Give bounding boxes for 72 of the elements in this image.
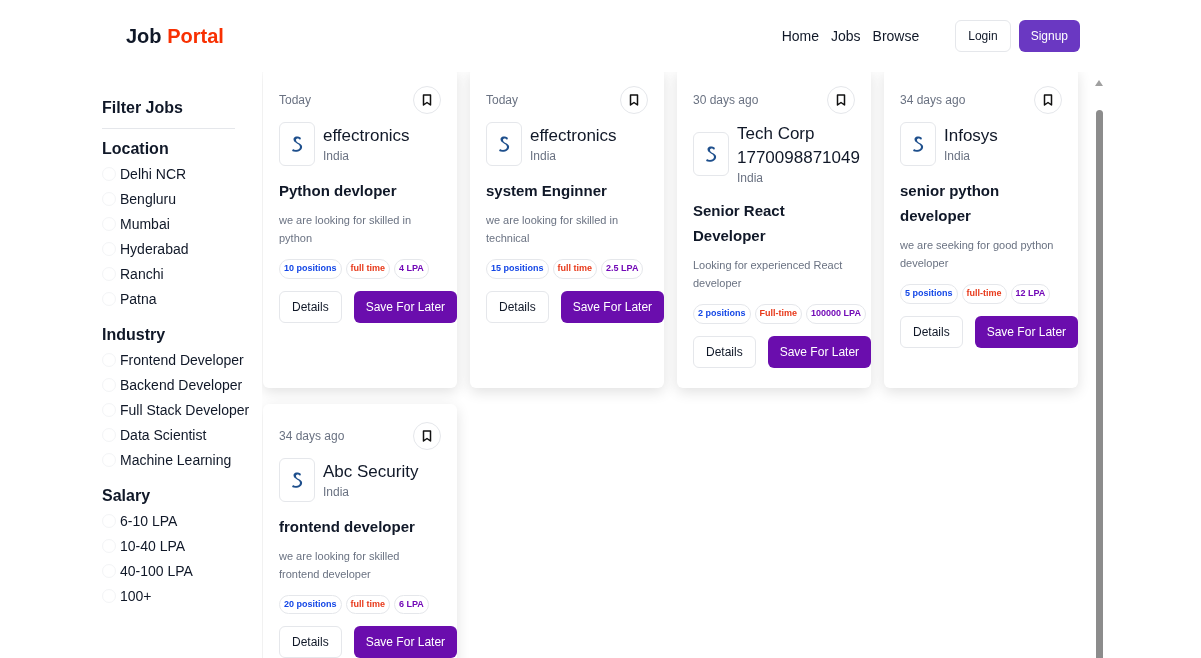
filter-option[interactable]: Bengluru bbox=[102, 186, 262, 211]
company-location: India bbox=[323, 483, 351, 500]
filter-option[interactable]: Machine Learning bbox=[102, 447, 262, 472]
logo[interactable]: Job Portal bbox=[126, 22, 224, 50]
bookmark-icon bbox=[629, 94, 639, 106]
posted-date: Today bbox=[486, 92, 519, 108]
details-button[interactable]: Details bbox=[900, 315, 963, 348]
bookmark-icon bbox=[422, 94, 432, 106]
company-name: effectronics bbox=[530, 125, 617, 147]
filter-option[interactable]: Frontend Developer bbox=[102, 347, 262, 372]
company-location: India bbox=[737, 170, 765, 186]
job-description: we are looking for skilled in technical bbox=[486, 213, 620, 246]
company-logo-icon bbox=[704, 145, 718, 163]
posted-date: 34 days ago bbox=[900, 92, 966, 108]
scrollbar[interactable] bbox=[1094, 80, 1104, 658]
filter-option[interactable]: Backend Developer bbox=[102, 372, 262, 397]
company-logo-icon bbox=[290, 135, 304, 153]
filter-option[interactable]: Data Scientist bbox=[102, 422, 262, 447]
filter-option[interactable]: Hyderabad bbox=[102, 236, 262, 261]
company-logo-icon bbox=[911, 135, 925, 153]
job-title: system Enginner bbox=[486, 181, 608, 201]
company-location: India bbox=[530, 148, 558, 164]
filter-option[interactable]: 6-10 LPA bbox=[102, 508, 262, 533]
job-title: frontend developer bbox=[279, 516, 416, 537]
posted-date: Today bbox=[279, 92, 312, 108]
company-name: Tech Corp 1770098871049 bbox=[737, 123, 860, 169]
filter-option[interactable]: Ranchi bbox=[102, 261, 262, 286]
nav-link[interactable]: Jobs bbox=[831, 26, 861, 46]
save-for-later-button[interactable]: Save For Later bbox=[353, 290, 458, 323]
job-title: Python devloper bbox=[279, 181, 398, 201]
details-button[interactable]: Details bbox=[486, 290, 549, 323]
filter-option[interactable]: 40-100 LPA bbox=[102, 558, 262, 583]
company-logo-icon bbox=[497, 135, 511, 153]
company-location: India bbox=[944, 148, 972, 164]
nav-link[interactable]: Home bbox=[781, 26, 819, 46]
filter-option[interactable]: 10-40 LPA bbox=[102, 533, 262, 558]
filter-option[interactable]: Delhi NCR bbox=[102, 161, 262, 186]
details-button[interactable]: Details bbox=[693, 335, 756, 368]
company-name: Infosys bbox=[944, 125, 998, 147]
details-button[interactable]: Details bbox=[279, 290, 342, 323]
filter-option[interactable]: Patna bbox=[102, 286, 262, 311]
company-name: Abc Security bbox=[323, 460, 419, 483]
filter-title: Filter Jobs bbox=[102, 98, 184, 118]
company-logo-icon bbox=[290, 470, 304, 489]
nav-link[interactable]: Browse bbox=[872, 26, 920, 46]
company-location: India bbox=[323, 148, 351, 164]
signup-button[interactable]: Signup bbox=[1018, 20, 1080, 52]
filter-option[interactable]: 100+ bbox=[102, 583, 262, 608]
details-button[interactable]: Details bbox=[279, 626, 342, 658]
filter-option[interactable]: Full Stack Developer bbox=[102, 397, 262, 422]
login-button[interactable]: Login bbox=[955, 20, 1011, 52]
save-for-later-button[interactable]: Save For Later bbox=[974, 315, 1079, 348]
job-description: we are looking for skilled frontend developer bbox=[279, 548, 401, 582]
save-for-later-button[interactable]: Save For Later bbox=[767, 335, 872, 368]
job-title: senior python developer bbox=[900, 181, 1001, 226]
save-for-later-button[interactable]: Save For Later bbox=[353, 626, 458, 658]
job-description: we are looking for skilled in python bbox=[279, 213, 413, 246]
bookmark-icon bbox=[1043, 94, 1053, 106]
bookmark-icon bbox=[836, 94, 846, 106]
posted-date: 30 days ago bbox=[693, 92, 759, 108]
job-description: Looking for experienced React developer bbox=[693, 258, 844, 291]
filter-group-title: Location bbox=[102, 139, 170, 159]
bookmark-icon bbox=[422, 429, 432, 442]
filter-group-title: Salary bbox=[102, 486, 152, 506]
filter-group-title: Industry bbox=[102, 325, 167, 345]
save-for-later-button[interactable]: Save For Later bbox=[560, 290, 665, 323]
filter-option[interactable]: Mumbai bbox=[102, 211, 262, 236]
posted-date: 34 days ago bbox=[279, 427, 345, 444]
job-description: we are seeking for good python developer bbox=[900, 238, 1055, 271]
job-title: Senior React Developer bbox=[693, 201, 786, 246]
company-name: effectronics bbox=[323, 125, 410, 147]
scroll-up-icon bbox=[1095, 80, 1103, 86]
